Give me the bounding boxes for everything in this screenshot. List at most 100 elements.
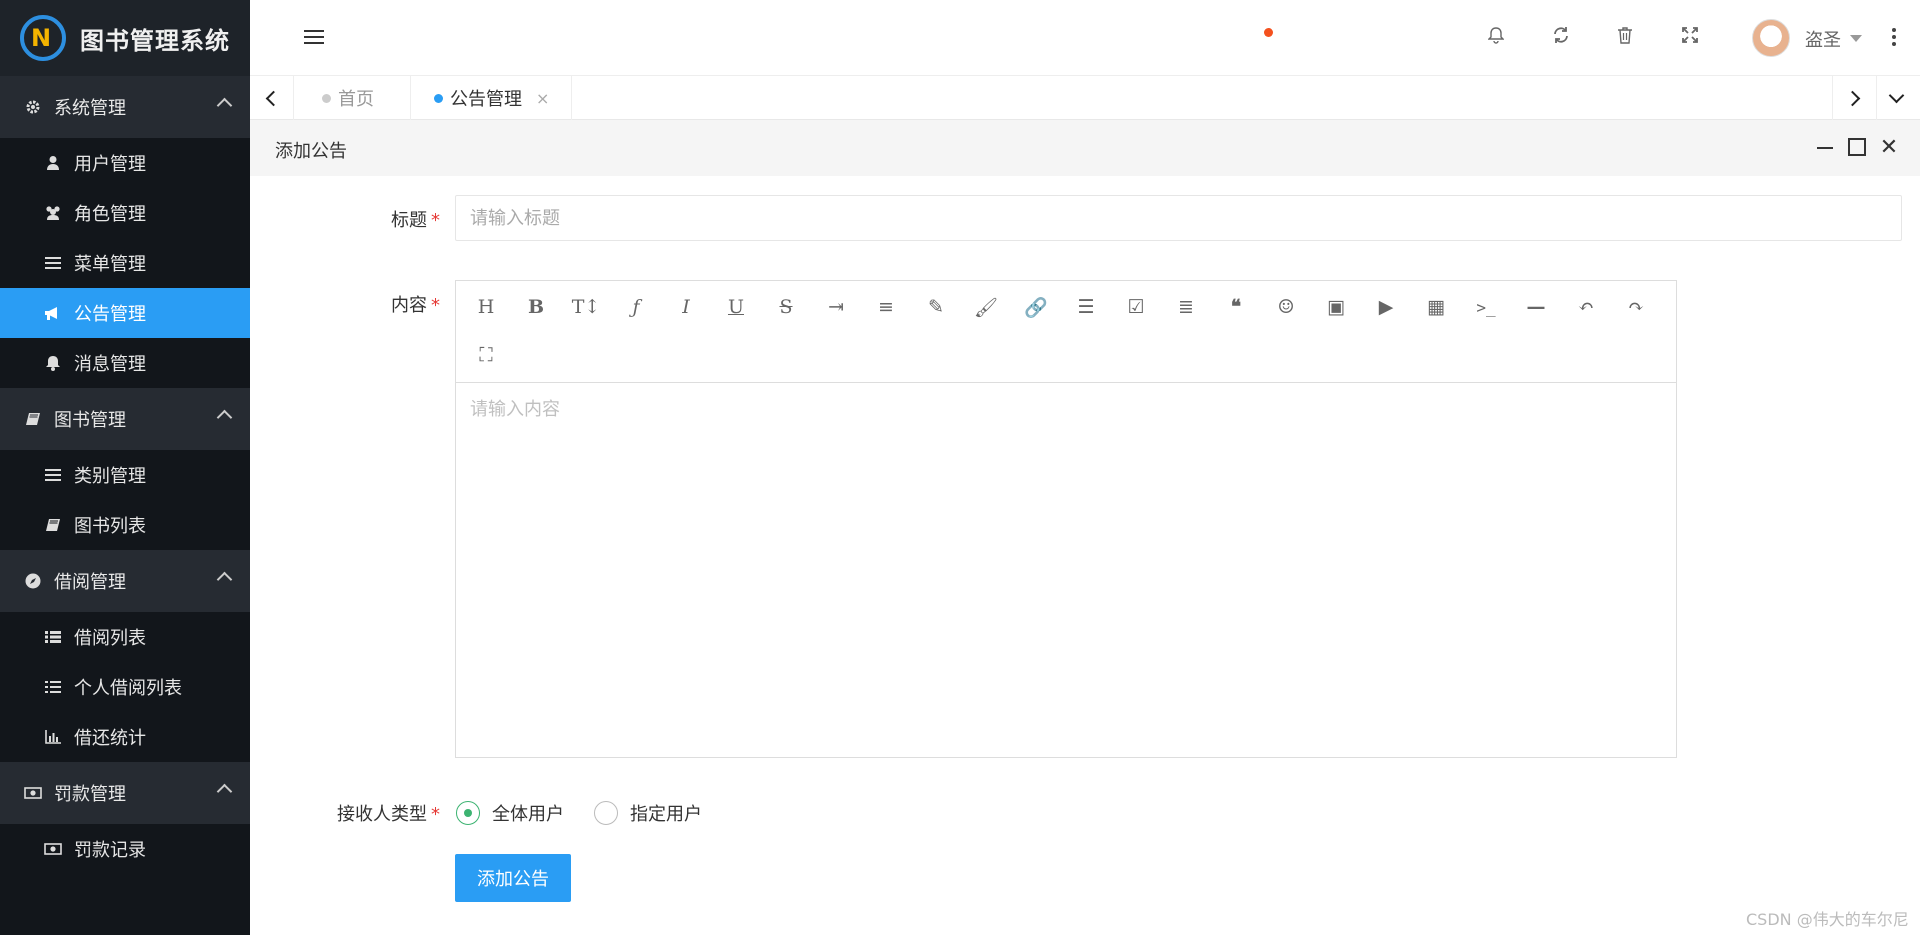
required-mark: *: [431, 804, 440, 825]
tab-announcements[interactable]: 公告管理 ×: [414, 76, 573, 120]
heading-icon[interactable]: H: [470, 291, 502, 323]
watermark: CSDN @伟大的车尔尼: [1746, 910, 1909, 929]
sidebar-item-menus[interactable]: 菜单管理: [0, 238, 250, 288]
tab-home[interactable]: 首页: [294, 76, 411, 120]
italic-icon[interactable]: I: [670, 291, 702, 323]
sidebar-item-label: 公告管理: [74, 304, 146, 325]
radio-circle[interactable]: [594, 801, 618, 825]
sidebar-item-label: 消息管理: [74, 354, 146, 375]
content-label-text: 内容: [391, 295, 427, 316]
dialog-header: 添加公告 ✕: [250, 120, 1920, 176]
sidebar-item-borrow-stats[interactable]: 借还统计: [0, 712, 250, 762]
gear-icon: [24, 98, 42, 116]
link-icon[interactable]: 🔗: [1020, 291, 1052, 323]
font-size-icon[interactable]: T↕: [570, 291, 602, 323]
sidebar-item-label: 菜单管理: [74, 254, 146, 275]
book-icon: [44, 516, 62, 534]
logo-icon: N: [20, 15, 66, 61]
chevron-down-icon[interactable]: [1876, 76, 1920, 120]
sidebar-item-label: 借阅列表: [74, 628, 146, 649]
bars-icon: [44, 254, 62, 272]
bold-icon[interactable]: B: [520, 291, 552, 323]
users-icon: [44, 204, 62, 222]
more-vertical-icon[interactable]: [1892, 28, 1896, 49]
add-announcement-button[interactable]: 添加公告: [455, 854, 571, 902]
avatar[interactable]: [1752, 19, 1790, 57]
tab-scroll-right-icon[interactable]: [1832, 76, 1876, 120]
sidebar-item-messages[interactable]: 消息管理: [0, 338, 250, 388]
sidebar-item-categories[interactable]: 类别管理: [0, 450, 250, 500]
sidebar-group-fines[interactable]: 罚款管理: [0, 762, 250, 824]
maximize-icon[interactable]: [1848, 138, 1866, 156]
sidebar-item-label: 用户管理: [74, 154, 146, 175]
editor-placeholder[interactable]: 请输入内容: [470, 395, 560, 421]
username[interactable]: 盗圣: [1805, 26, 1841, 52]
line-height-icon[interactable]: ≡: [870, 291, 902, 323]
chevron-up-icon: [216, 783, 233, 800]
sidebar-item-fine-records[interactable]: 罚款记录: [0, 824, 250, 874]
fullscreen-icon[interactable]: ⛶: [470, 339, 502, 371]
radio-specified-users[interactable]: 指定用户: [594, 800, 702, 826]
fullscreen-icon[interactable]: [1679, 26, 1701, 48]
top-header: 盗圣: [250, 0, 1920, 76]
video-icon[interactable]: ▶: [1370, 291, 1402, 323]
radio-label: 全体用户: [492, 804, 564, 825]
table-icon[interactable]: ▦: [1420, 291, 1452, 323]
redo-icon[interactable]: ↷: [1620, 291, 1652, 323]
menu-toggle-icon[interactable]: [304, 30, 324, 46]
list-icon[interactable]: ☰: [1070, 291, 1102, 323]
compass-icon: [24, 572, 42, 590]
sidebar-item-personal-borrow[interactable]: 个人借阅列表: [0, 662, 250, 712]
notification-dot: [1264, 28, 1273, 37]
close-tab-icon[interactable]: ×: [536, 89, 549, 108]
title-input[interactable]: [455, 195, 1902, 241]
sidebar-item-users[interactable]: 用户管理: [0, 138, 250, 188]
hr-icon[interactable]: —: [1520, 291, 1552, 323]
strikethrough-icon[interactable]: S: [770, 291, 802, 323]
title-label-text: 标题: [391, 210, 427, 231]
align-icon[interactable]: ≣: [1170, 291, 1202, 323]
indent-icon[interactable]: ⇥: [820, 291, 852, 323]
close-icon[interactable]: ✕: [1879, 137, 1899, 159]
receiver-label: 接收人类型 *: [240, 800, 440, 826]
sidebar-item-book-list[interactable]: 图书列表: [0, 500, 250, 550]
radio-all-users[interactable]: 全体用户: [456, 800, 564, 826]
quote-icon[interactable]: ❝: [1220, 291, 1252, 323]
emoji-icon[interactable]: ☺: [1270, 291, 1302, 323]
sidebar-group-borrow[interactable]: 借阅管理: [0, 550, 250, 612]
bell-icon: [44, 354, 62, 372]
sidebar-group-system[interactable]: 系统管理: [0, 76, 250, 138]
required-mark: *: [431, 295, 440, 316]
brush-icon[interactable]: 🖌: [970, 291, 1002, 323]
bullhorn-icon: [44, 304, 62, 322]
sidebar-group-books[interactable]: 图书管理: [0, 388, 250, 450]
font-icon[interactable]: ƒ: [620, 291, 652, 323]
user-icon: [44, 154, 62, 172]
undo-icon[interactable]: ↶: [1570, 291, 1602, 323]
sidebar-item-label: 罚款记录: [74, 840, 146, 861]
tab-scroll-left-icon[interactable]: [250, 76, 294, 120]
logo[interactable]: N 图书管理系统: [0, 0, 250, 76]
radio-label: 指定用户: [630, 804, 702, 825]
underline-icon[interactable]: U: [720, 291, 752, 323]
notification-bell-icon[interactable]: [1485, 26, 1507, 48]
trash-icon[interactable]: [1614, 26, 1636, 48]
chevron-up-icon: [216, 97, 233, 114]
pencil-icon[interactable]: ✎: [920, 291, 952, 323]
content-label: 内容 *: [240, 291, 440, 317]
checkbox-icon[interactable]: ☑: [1120, 291, 1152, 323]
code-icon[interactable]: >_: [1470, 291, 1502, 323]
sidebar-item-announcements[interactable]: 公告管理: [0, 288, 250, 338]
bar-chart-icon: [44, 728, 62, 746]
sidebar-group-label: 罚款管理: [54, 784, 126, 805]
image-icon[interactable]: ▣: [1320, 291, 1352, 323]
list-icon: [44, 678, 62, 696]
sidebar-item-borrow-list[interactable]: 借阅列表: [0, 612, 250, 662]
radio-circle[interactable]: [456, 801, 480, 825]
required-mark: *: [431, 210, 440, 231]
sidebar-item-roles[interactable]: 角色管理: [0, 188, 250, 238]
refresh-icon[interactable]: [1550, 26, 1572, 48]
caret-down-icon[interactable]: [1850, 35, 1862, 42]
bars-icon: [44, 466, 62, 484]
minimize-icon[interactable]: [1815, 138, 1835, 158]
